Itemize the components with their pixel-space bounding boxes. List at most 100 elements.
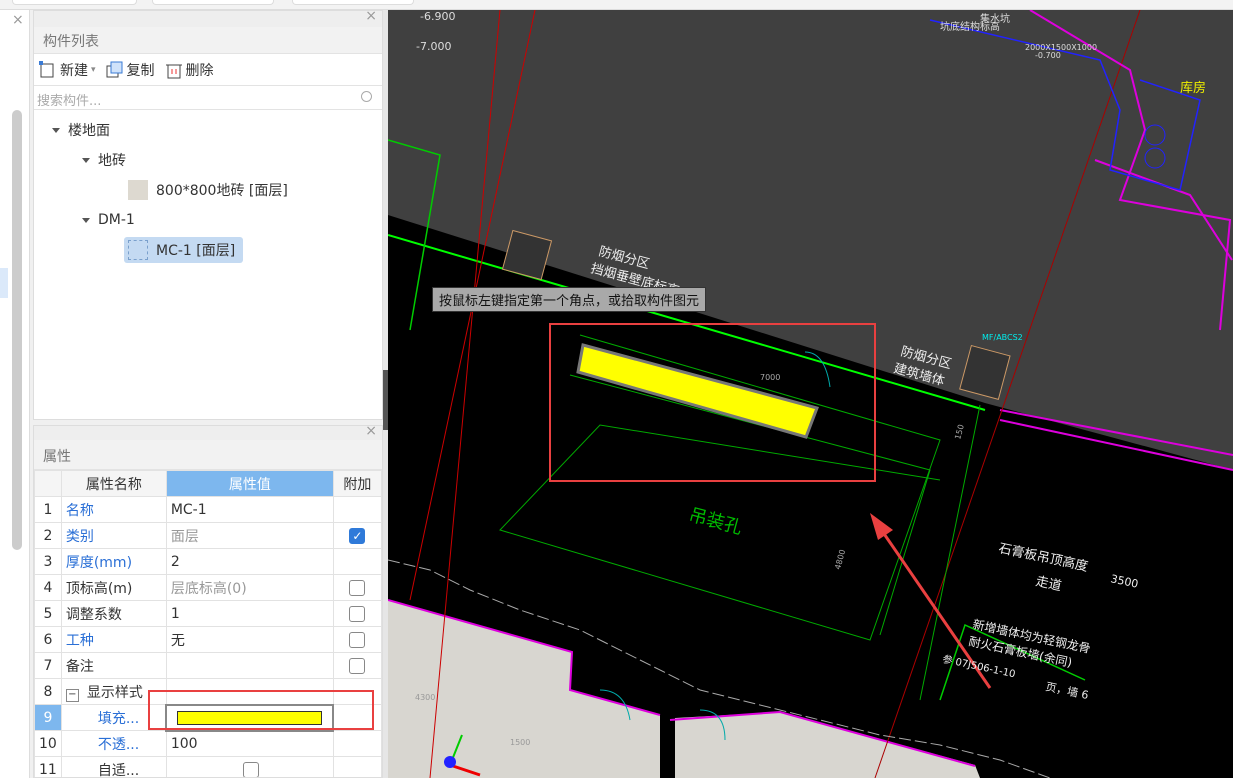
selected-fill-area[interactable] [576,343,819,439]
close-icon[interactable]: × [365,426,377,439]
property-value-cell[interactable]: 100 [165,730,334,757]
search-icon[interactable] [361,91,372,102]
header-value: 属性值 [165,470,334,497]
checkbox[interactable] [349,605,366,622]
new-file-icon [39,60,54,77]
top-tab[interactable] [12,0,137,5]
cad-text: 150 [953,423,966,440]
property-value-cell[interactable]: 2 [165,548,334,575]
trash-icon [165,64,182,78]
caret-down-icon[interactable] [52,127,60,133]
left-collapsed-panel: × [0,10,30,778]
cad-text: 7000 [760,373,780,382]
close-icon[interactable]: × [12,12,24,28]
top-tab-bar [0,0,1233,10]
property-row[interactable]: 2 类别 面层 ✓ [34,522,382,549]
property-value-cell[interactable]: 面层 [165,522,334,549]
property-value[interactable]: MC-1 [171,502,207,518]
property-row[interactable]: 4 顶标高(m) 层底标高(0) [34,574,382,601]
property-name: 填充... [97,710,140,727]
property-extra-cell [332,730,382,757]
property-name: 工种 [65,632,94,649]
table-header: 属性名称 属性值 附加 [34,470,382,497]
cad-text: MF/ABCS2 [982,333,1023,342]
floor-area [388,600,660,778]
tree-label: 地砖 [98,153,126,169]
checkbox[interactable] [349,657,366,674]
property-value-cell[interactable]: MC-1 [165,496,334,523]
property-name-cell: 名称 [60,496,167,523]
tree-item-tile[interactable]: 地砖 [82,147,126,173]
tree-item-dm1[interactable]: DM-1 [82,207,135,233]
property-name: 类别 [65,528,94,545]
property-name: 备注 [65,658,94,675]
top-tab[interactable] [152,0,274,5]
property-value-cell[interactable]: 1 [165,600,334,627]
caret-down-icon[interactable] [82,217,90,223]
cad-text: 吊装孔 [687,505,745,539]
property-value-cell[interactable]: 层底标高(0) [165,574,334,601]
property-row[interactable]: 5 调整系数 1 [34,600,382,627]
dropdown-arrow-icon[interactable]: ▾ [91,65,96,75]
top-tab[interactable] [292,0,414,5]
checkbox-checked[interactable]: ✓ [349,527,366,544]
property-name: 显示样式 [86,684,143,701]
property-value-cell[interactable] [165,652,334,679]
row-index: 6 [34,626,62,653]
checkbox[interactable] [349,579,366,596]
checkbox[interactable] [349,631,366,648]
tree-item-mc1[interactable]: MC-1 [面层] [124,237,244,263]
property-name-cell: 备注 [60,652,167,679]
row-index: 5 [34,600,62,627]
cad-canvas[interactable]: -6.900 -7.000 坑底结构标高 集水坑 2000X1500X1000 … [388,10,1233,778]
cad-text: 1500 [510,738,530,747]
scrollbar[interactable] [12,110,22,550]
row-index: 8 [34,678,62,705]
checkbox[interactable] [242,761,259,777]
row-index: 7 [34,652,62,679]
copy-button[interactable]: 复制 [106,60,155,80]
collapse-icon[interactable]: − [65,688,79,702]
delete-button[interactable]: 删除 [165,60,214,80]
close-icon[interactable]: × [365,8,377,24]
fill-highlight-box [148,690,374,730]
property-name: 名称 [65,502,94,519]
new-label: 新建 [60,62,88,79]
property-name-cell: 类别 [60,522,167,549]
property-row[interactable]: 6 工种 无 [34,626,382,653]
property-row[interactable]: 3 厚度(mm) 2 [34,548,382,575]
property-value[interactable]: 1 [171,606,180,622]
cad-text: 石膏板吊顶高度 [997,540,1089,575]
tree-item-floor[interactable]: 楼地面 [52,117,110,143]
property-row[interactable]: 10 不透... 100 [34,730,382,757]
property-row[interactable]: 7 备注 [34,652,382,679]
cad-text: 集水坑 [980,12,1010,25]
property-value-cell[interactable] [165,756,334,777]
property-value[interactable]: 面层 [171,529,199,545]
tile-texture-icon [128,180,148,200]
row-index: 4 [34,574,62,601]
property-value[interactable]: 无 [171,633,185,649]
search-placeholder: 搜索构件... [37,94,102,109]
cad-text: -6.900 [420,10,455,23]
property-row[interactable]: 1 名称 MC-1 [34,496,382,523]
cad-text: 库房 [1180,80,1206,96]
property-extra-cell [332,548,382,575]
new-button[interactable]: 新建 ▾ [39,60,96,80]
property-value-cell[interactable]: 无 [165,626,334,653]
caret-down-icon[interactable] [82,157,90,163]
property-name-cell: 工种 [60,626,167,653]
property-name-cell: 厚度(mm) [60,548,167,575]
component-toolbar: 新建 ▾ 复制 删除 [34,54,382,86]
property-value[interactable]: 2 [171,554,180,570]
property-name-cell: 自适... [60,756,167,777]
copy-icon [106,61,123,77]
tree-item-800-tile[interactable]: 800*800地砖 [面层] [128,177,288,203]
copy-label: 复制 [126,62,155,79]
property-row[interactable]: 11 自适... [34,756,382,777]
property-value[interactable]: 100 [171,736,198,752]
selected-row [0,268,8,298]
tree-label: 楼地面 [68,123,110,139]
property-value[interactable]: 层底标高(0) [171,581,247,597]
search-input[interactable]: 搜索构件... [34,86,382,110]
